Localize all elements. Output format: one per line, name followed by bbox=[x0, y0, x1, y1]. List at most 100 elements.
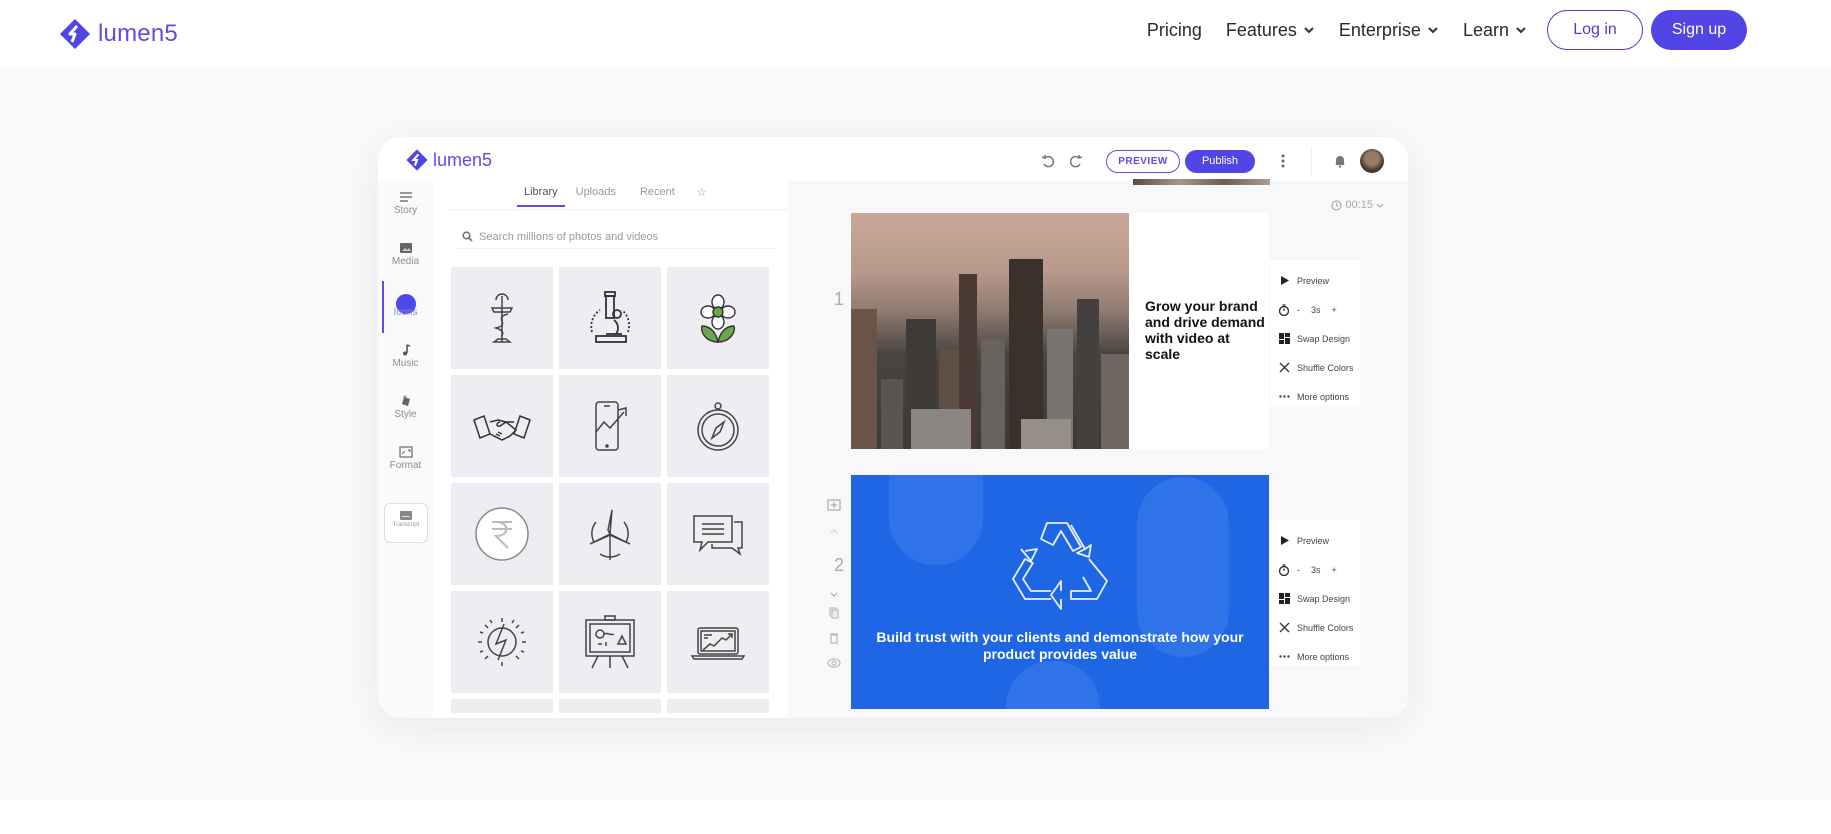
duration-plus-button[interactable]: + bbox=[1332, 305, 1337, 315]
nav-learn[interactable]: Learn bbox=[1463, 20, 1527, 41]
shuffle-icon bbox=[1279, 622, 1289, 633]
swap-design-button[interactable]: Swap Design bbox=[1278, 584, 1360, 613]
chevron-down-icon bbox=[1376, 203, 1384, 208]
rail-item-label: Story bbox=[393, 205, 418, 216]
chat-bubbles-icon bbox=[693, 515, 743, 557]
total-duration[interactable]: 00:15 bbox=[1331, 199, 1384, 211]
rail-item-format[interactable]: Format bbox=[378, 446, 433, 471]
signup-button[interactable]: Sign up bbox=[1651, 10, 1747, 50]
icon-tile-solar-energy[interactable] bbox=[451, 591, 553, 693]
scene-card-2[interactable]: Build trust with your clients and demons… bbox=[851, 475, 1269, 709]
rupee-icon bbox=[475, 507, 529, 561]
more-options-button[interactable]: More options bbox=[1278, 382, 1360, 411]
tab-library[interactable]: Library bbox=[515, 181, 567, 207]
duration-minus-button[interactable]: - bbox=[1297, 565, 1300, 575]
redo-icon[interactable] bbox=[1066, 151, 1086, 171]
lumen5-logo-icon bbox=[406, 149, 428, 171]
icon-tile-chat-bubbles[interactable] bbox=[667, 483, 769, 585]
tool-label: Shuffle Colors bbox=[1297, 362, 1354, 373]
search-placeholder: Search millions of photos and videos bbox=[479, 230, 659, 243]
site-nav: Pricing Features Enterprise Learn Log in… bbox=[1123, 10, 1747, 50]
app-editor-mockup: lumen5 PREVIEW Publish Story Media Icons… bbox=[378, 137, 1408, 718]
previous-scene-thumbnail bbox=[1133, 179, 1270, 185]
editor-toolbar: PREVIEW Publish bbox=[1038, 147, 1384, 175]
scene-2-text[interactable]: Build trust with your clients and demons… bbox=[851, 629, 1269, 663]
tool-label: Swap Design bbox=[1297, 593, 1351, 604]
story-icon bbox=[399, 192, 412, 202]
duration-minus-button[interactable]: - bbox=[1297, 305, 1300, 315]
flower-icon bbox=[700, 294, 736, 343]
tool-label: Preview bbox=[1297, 275, 1330, 286]
rail-item-media[interactable]: Media bbox=[378, 242, 433, 267]
move-up-icon[interactable] bbox=[824, 523, 844, 537]
nav-features-label: Features bbox=[1225, 19, 1297, 40]
rail-item-style[interactable]: Style bbox=[378, 395, 433, 420]
rail-item-label: Format bbox=[389, 460, 422, 471]
nav-features[interactable]: Features bbox=[1226, 20, 1315, 41]
library-tabs: Library Uploads Recent ☆ bbox=[515, 181, 716, 207]
preview-button[interactable]: PREVIEW bbox=[1106, 149, 1180, 173]
swap-design-icon bbox=[1278, 593, 1290, 604]
icon-tile-laptop-chart[interactable] bbox=[667, 591, 769, 693]
more-options-button[interactable]: More options bbox=[1278, 642, 1360, 671]
tool-label: More options bbox=[1297, 391, 1350, 402]
search-input[interactable]: Search millions of photos and videos bbox=[456, 225, 776, 249]
swap-design-button[interactable]: Swap Design bbox=[1278, 324, 1360, 353]
icon-tile-rupee[interactable] bbox=[451, 483, 553, 585]
shuffle-colors-button[interactable]: Shuffle Colors bbox=[1278, 353, 1360, 382]
move-down-icon[interactable] bbox=[824, 587, 844, 601]
play-icon bbox=[1280, 276, 1289, 285]
ellipsis-icon bbox=[1278, 395, 1290, 398]
icon-tile-caduceus[interactable] bbox=[451, 267, 553, 369]
rail-item-icons[interactable]: Icons bbox=[378, 293, 433, 318]
icon-tile-phone-growth[interactable] bbox=[559, 375, 661, 477]
presentation-board-icon bbox=[585, 615, 635, 669]
login-button[interactable]: Log in bbox=[1547, 10, 1643, 50]
rail-item-label: Media bbox=[391, 256, 420, 267]
app-brand-name: lumen5 bbox=[433, 149, 493, 170]
tool-label: Preview bbox=[1297, 535, 1330, 546]
nav-enterprise[interactable]: Enterprise bbox=[1339, 20, 1439, 41]
media-icon bbox=[399, 243, 412, 253]
nav-pricing[interactable]: Pricing bbox=[1147, 20, 1202, 41]
handshake-icon bbox=[473, 415, 531, 441]
shuffle-colors-button[interactable]: Shuffle Colors bbox=[1278, 613, 1360, 642]
add-scene-icon[interactable] bbox=[824, 499, 844, 514]
solar-energy-icon bbox=[478, 618, 526, 666]
duplicate-icon[interactable] bbox=[824, 607, 844, 622]
hide-scene-icon[interactable] bbox=[824, 657, 844, 671]
scene-preview-button[interactable]: Preview bbox=[1278, 526, 1360, 555]
page-below-fold bbox=[0, 800, 1831, 834]
scene-preview-button[interactable]: Preview bbox=[1278, 266, 1360, 295]
icon-library-grid bbox=[451, 267, 769, 713]
compass-icon bbox=[697, 402, 739, 451]
rail-item-story[interactable]: Story bbox=[378, 191, 433, 216]
scene-1-tools: Preview - 3s + Swap Design Shuffle Color… bbox=[1270, 260, 1360, 406]
site-logo[interactable]: lumen5 bbox=[58, 17, 178, 51]
tab-recent[interactable]: Recent bbox=[631, 181, 684, 204]
bell-icon[interactable] bbox=[1330, 151, 1350, 171]
tab-favorites[interactable]: ☆ bbox=[688, 181, 716, 204]
icon-tile-compass[interactable] bbox=[667, 375, 769, 477]
scene-1-text[interactable]: Grow your brand and drive demand with vi… bbox=[1145, 298, 1265, 362]
scene-duration-value: 3s bbox=[1311, 564, 1321, 575]
rail-item-music[interactable]: Music bbox=[378, 344, 433, 369]
delete-icon[interactable] bbox=[824, 632, 844, 647]
transcript-icon bbox=[400, 511, 412, 520]
icon-tile-handshake[interactable] bbox=[451, 375, 553, 477]
tab-uploads[interactable]: Uploads bbox=[567, 181, 625, 204]
scene-card-1[interactable]: Grow your brand and drive demand with vi… bbox=[851, 213, 1269, 449]
tool-label: More options bbox=[1297, 651, 1350, 662]
transcript-button[interactable]: Transcript bbox=[384, 503, 428, 543]
kebab-icon[interactable] bbox=[1273, 151, 1293, 171]
icon-tile-wind-turbine[interactable] bbox=[559, 483, 661, 585]
undo-icon[interactable] bbox=[1038, 151, 1058, 171]
scene-duration-value: 3s bbox=[1311, 304, 1321, 315]
icon-tile-microscope[interactable] bbox=[559, 267, 661, 369]
icon-tile-presentation-board[interactable] bbox=[559, 591, 661, 693]
duration-plus-button[interactable]: + bbox=[1332, 565, 1337, 575]
microscope-icon bbox=[590, 291, 631, 343]
user-avatar[interactable] bbox=[1360, 149, 1384, 173]
publish-button[interactable]: Publish bbox=[1185, 149, 1255, 173]
icon-tile-flower[interactable] bbox=[667, 267, 769, 369]
